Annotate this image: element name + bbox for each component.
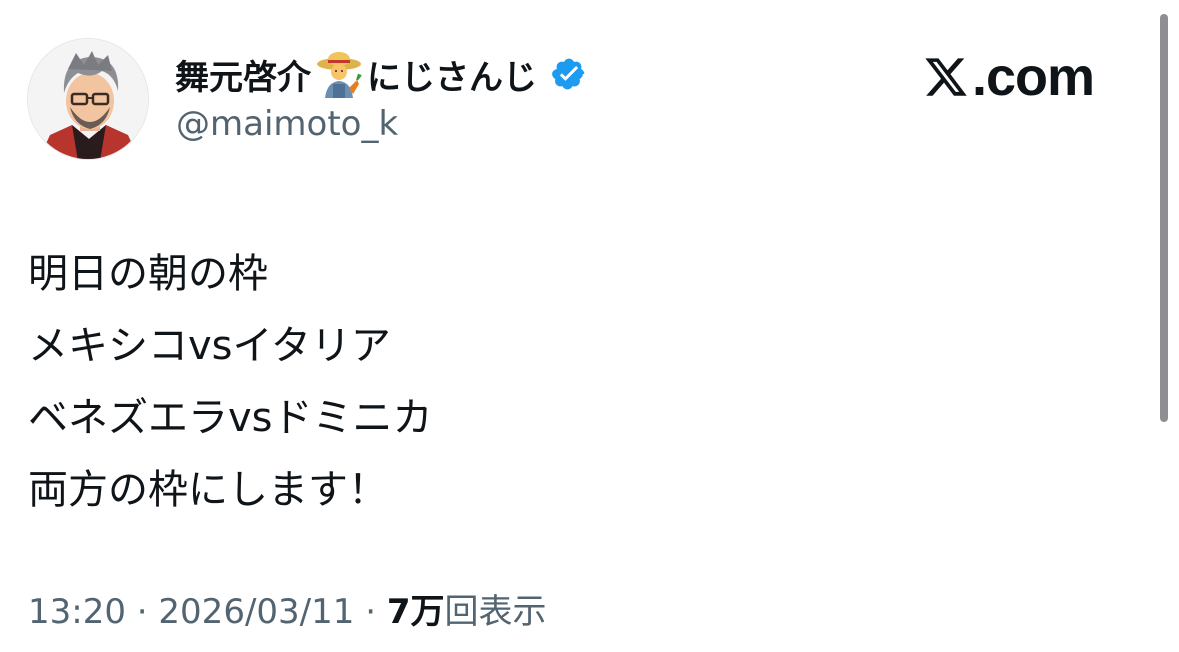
meta-separator: · [125,592,159,632]
tweet-text: 明日の朝の枠 メキシコvsイタリア ベネズエラvsドミニカ 両方の枠にします！ [28,238,1128,526]
scrollbar[interactable] [1160,14,1168,422]
farmer-emoji-icon [313,50,365,98]
x-logo-icon [925,58,967,96]
meta-separator: · [354,592,387,632]
tweet-line: 明日の朝の枠 [28,251,268,297]
author-affiliation[interactable]: にじさんじ [367,50,537,99]
avatar-image [28,39,148,159]
author-handle[interactable]: @maimoto_k [176,104,398,144]
author-name-row[interactable]: 舞元啓介 にじさんじ [175,50,587,98]
author-display-name[interactable]: 舞元啓介 [175,50,311,99]
views-label: 回表示 [444,592,547,632]
tweet-line: メキシコvsイタリア [28,323,391,369]
tweet-line: 両方の枠にします！ [28,467,388,513]
views-count: 7万 [386,592,445,632]
x-logo-domain: .com [972,47,1095,107]
avatar[interactable] [27,38,149,160]
tweet-meta: 13:20 · 2026/03/11 · 7万回表示 [28,588,547,636]
tweet-time[interactable]: 13:20 [28,592,126,632]
x-logo[interactable]: .com [922,47,1095,107]
verified-badge-icon [551,56,587,92]
tweet-date[interactable]: 2026/03/11 [158,592,354,632]
tweet-line: ベネズエラvsドミニカ [28,395,433,441]
tweet-screenshot: 舞元啓介 にじさんじ @maimoto_k .com 明日の朝の枠 メキシコvs… [0,0,1179,652]
